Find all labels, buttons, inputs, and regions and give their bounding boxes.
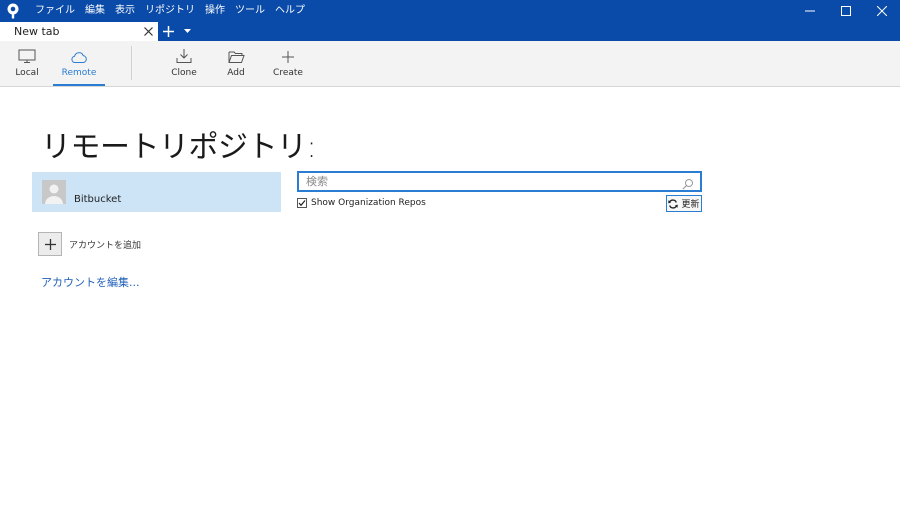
clone-button[interactable]: Clone bbox=[163, 41, 205, 87]
menu-tools[interactable]: ツール bbox=[230, 0, 270, 22]
window-controls bbox=[792, 0, 900, 22]
folder-open-icon bbox=[228, 51, 245, 63]
plus-icon bbox=[282, 51, 294, 63]
maximize-icon bbox=[841, 6, 851, 16]
tab-strip: New tab bbox=[0, 22, 900, 41]
tab-title: New tab bbox=[14, 25, 60, 38]
menu-actions[interactable]: 操作 bbox=[200, 0, 230, 22]
cloud-icon bbox=[71, 52, 87, 63]
close-icon bbox=[143, 26, 153, 36]
account-name: Bitbucket bbox=[74, 193, 122, 205]
monitor-icon bbox=[18, 49, 36, 63]
local-label: Local bbox=[15, 68, 39, 78]
close-icon bbox=[877, 6, 887, 16]
page-title: リモートリポジトリ: bbox=[41, 130, 317, 165]
minimize-button[interactable] bbox=[792, 0, 828, 22]
add-label: Add bbox=[227, 68, 245, 78]
show-org-repos-checkbox[interactable] bbox=[297, 198, 307, 208]
refresh-icon bbox=[668, 198, 679, 209]
menu-edit[interactable]: 編集 bbox=[80, 0, 110, 22]
menu-file[interactable]: ファイル bbox=[30, 0, 80, 22]
maximize-button[interactable] bbox=[828, 0, 864, 22]
remote-button[interactable]: Remote bbox=[58, 41, 100, 87]
active-tab-indicator bbox=[53, 84, 105, 86]
title-bar: ファイル 編集 表示 リポジトリ 操作 ツール ヘルプ bbox=[0, 0, 900, 22]
tab-new[interactable]: New tab bbox=[0, 22, 158, 41]
clone-label: Clone bbox=[171, 68, 197, 78]
new-tab-button[interactable] bbox=[158, 22, 178, 41]
menu-bar: ファイル 編集 表示 リポジトリ 操作 ツール ヘルプ bbox=[30, 0, 310, 22]
create-label: Create bbox=[273, 68, 303, 78]
edit-accounts-link[interactable]: アカウントを編集... bbox=[41, 274, 140, 290]
search-box bbox=[297, 171, 702, 192]
menu-repository[interactable]: リポジトリ bbox=[140, 0, 200, 22]
menu-view[interactable]: 表示 bbox=[110, 0, 140, 22]
close-window-button[interactable] bbox=[864, 0, 900, 22]
avatar bbox=[42, 180, 66, 204]
sourcetree-logo-icon bbox=[2, 0, 24, 22]
chevron-down-icon bbox=[183, 29, 191, 33]
download-icon bbox=[176, 49, 192, 63]
toolbar: Local Remote Clone Add Create bbox=[0, 41, 900, 87]
toolbar-separator bbox=[131, 46, 132, 80]
create-button[interactable]: Create bbox=[267, 41, 309, 87]
refresh-label: 更新 bbox=[681, 200, 700, 210]
local-button[interactable]: Local bbox=[6, 41, 48, 87]
remote-label: Remote bbox=[61, 68, 97, 78]
show-org-repos-label: Show Organization Repos bbox=[311, 198, 426, 208]
account-item-bitbucket[interactable]: Bitbucket bbox=[32, 172, 281, 212]
user-icon bbox=[42, 180, 66, 204]
search-input[interactable] bbox=[299, 173, 669, 190]
plus-icon bbox=[162, 26, 174, 37]
search-icon bbox=[682, 175, 694, 194]
refresh-button[interactable]: 更新 bbox=[666, 195, 702, 212]
minimize-icon bbox=[805, 10, 815, 12]
add-account-button[interactable]: アカウントを追加 bbox=[38, 232, 141, 256]
add-button[interactable]: Add bbox=[215, 41, 257, 87]
plus-icon bbox=[44, 238, 56, 250]
add-account-box[interactable] bbox=[38, 232, 62, 256]
menu-help[interactable]: ヘルプ bbox=[270, 0, 310, 22]
add-account-label: アカウントを追加 bbox=[69, 240, 142, 251]
tab-list-dropdown[interactable] bbox=[178, 22, 196, 41]
tab-close-button[interactable] bbox=[142, 25, 154, 37]
show-org-repos-option[interactable]: Show Organization Repos bbox=[297, 198, 426, 208]
checkmark-icon bbox=[298, 200, 306, 207]
